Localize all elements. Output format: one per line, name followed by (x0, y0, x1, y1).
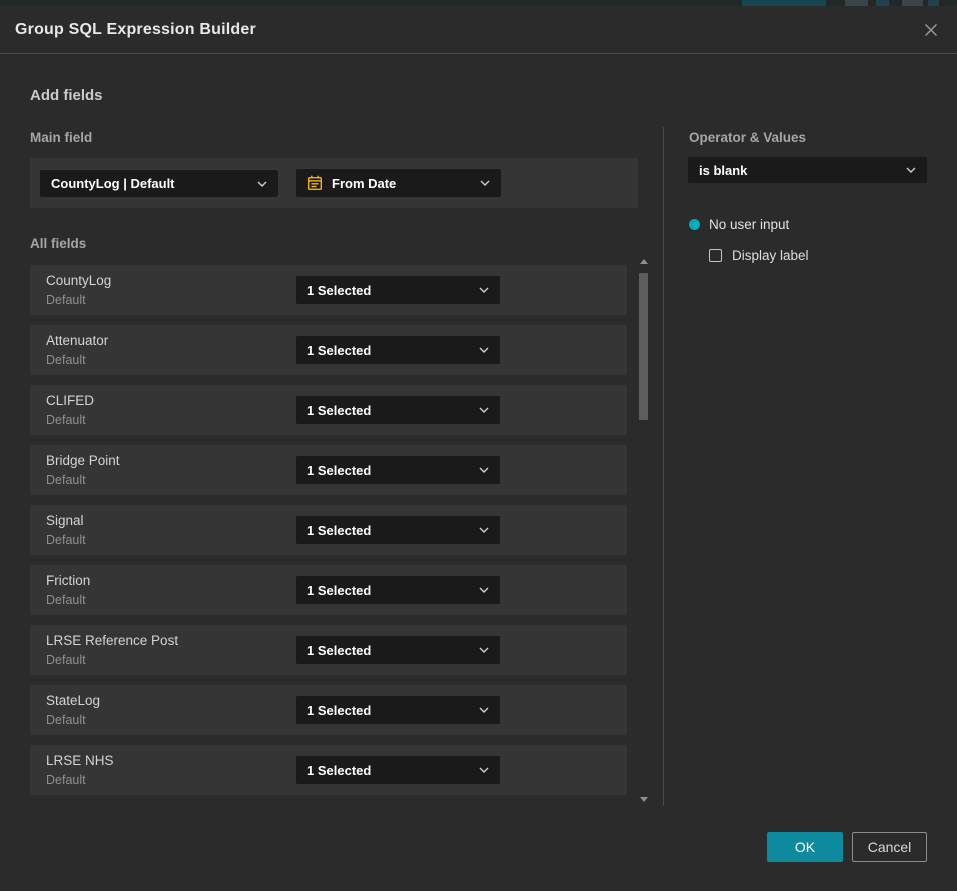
field-type-label: Default (46, 293, 86, 307)
field-name: LRSE NHS (46, 753, 114, 768)
scroll-up-arrow-icon[interactable] (640, 259, 648, 264)
field-selection-dropdown[interactable]: 1 Selected (296, 636, 500, 664)
chevron-down-icon (479, 467, 489, 473)
field-type-label: Default (46, 713, 86, 727)
field-name: Friction (46, 573, 90, 588)
main-field-date-dropdown[interactable]: From Date (296, 169, 501, 197)
field-type-label: Default (46, 653, 86, 667)
field-name: Signal (46, 513, 84, 528)
all-fields-label: All fields (30, 236, 86, 251)
main-field-layer-value: CountyLog | Default (51, 176, 175, 191)
dialog-body: Add fields Main field CountyLog | Defaul… (0, 54, 957, 890)
field-type-label: Default (46, 593, 86, 607)
main-field-layer-dropdown[interactable]: CountyLog | Default (40, 170, 278, 197)
field-row: Bridge Point Default 1 Selected (30, 445, 627, 495)
checkbox-unchecked-icon (709, 249, 722, 262)
field-name: LRSE Reference Post (46, 633, 178, 648)
no-user-input-label: No user input (709, 217, 789, 232)
field-selection-dropdown[interactable]: 1 Selected (296, 696, 500, 724)
field-selection-value: 1 Selected (307, 283, 371, 298)
chevron-down-icon (906, 167, 916, 173)
field-row: Signal Default 1 Selected (30, 505, 627, 555)
field-selection-value: 1 Selected (307, 523, 371, 538)
operator-dropdown[interactable]: is blank (688, 157, 927, 183)
field-selection-value: 1 Selected (307, 643, 371, 658)
dialog-title: Group SQL Expression Builder (15, 21, 256, 39)
chevron-down-icon (479, 707, 489, 713)
cancel-button[interactable]: Cancel (852, 832, 927, 862)
chevron-down-icon (479, 587, 489, 593)
close-icon (923, 22, 939, 38)
scroll-down-arrow-icon[interactable] (640, 797, 648, 802)
field-row: StateLog Default 1 Selected (30, 685, 627, 735)
field-selection-dropdown[interactable]: 1 Selected (296, 336, 500, 364)
operator-value: is blank (699, 163, 747, 178)
scrollbar-thumb[interactable] (639, 273, 648, 420)
field-name: CountyLog (46, 273, 111, 288)
chevron-down-icon (479, 347, 489, 353)
main-field-label: Main field (30, 130, 92, 145)
field-selection-value: 1 Selected (307, 343, 371, 358)
all-fields-list: CountyLog Default 1 Selected Attenuator … (30, 265, 627, 805)
chevron-down-icon (479, 287, 489, 293)
panel-divider (663, 127, 664, 806)
field-row: LRSE NHS Default 1 Selected (30, 745, 627, 795)
chevron-down-icon (479, 647, 489, 653)
add-fields-heading: Add fields (30, 87, 103, 104)
field-selection-value: 1 Selected (307, 763, 371, 778)
field-selection-dropdown[interactable]: 1 Selected (296, 456, 500, 484)
field-name: Attenuator (46, 333, 108, 348)
close-button[interactable] (920, 19, 942, 41)
field-selection-dropdown[interactable]: 1 Selected (296, 396, 500, 424)
field-selection-value: 1 Selected (307, 463, 371, 478)
chevron-down-icon (480, 180, 490, 186)
field-selection-value: 1 Selected (307, 583, 371, 598)
field-type-label: Default (46, 773, 86, 787)
radio-selected-icon (689, 219, 700, 230)
field-row: CLIFED Default 1 Selected (30, 385, 627, 435)
chevron-down-icon (479, 767, 489, 773)
field-type-label: Default (46, 413, 86, 427)
main-field-panel: CountyLog | Default From Date (30, 158, 638, 208)
field-selection-value: 1 Selected (307, 703, 371, 718)
display-label-text: Display label (732, 248, 809, 263)
chevron-down-icon (479, 407, 489, 413)
field-row: Friction Default 1 Selected (30, 565, 627, 615)
field-row: LRSE Reference Post Default 1 Selected (30, 625, 627, 675)
field-row: CountyLog Default 1 Selected (30, 265, 627, 315)
field-type-label: Default (46, 533, 86, 547)
dialog-header: Group SQL Expression Builder (0, 6, 957, 54)
field-selection-dropdown[interactable]: 1 Selected (296, 276, 500, 304)
display-label-checkbox[interactable]: Display label (709, 248, 809, 263)
chevron-down-icon (257, 181, 267, 187)
field-selection-value: 1 Selected (307, 403, 371, 418)
field-name: Bridge Point (46, 453, 120, 468)
field-selection-dropdown[interactable]: 1 Selected (296, 516, 500, 544)
calendar-icon (307, 175, 323, 191)
field-selection-dropdown[interactable]: 1 Selected (296, 576, 500, 604)
field-type-label: Default (46, 353, 86, 367)
field-type-label: Default (46, 473, 86, 487)
operator-values-heading: Operator & Values (689, 130, 806, 145)
field-name: StateLog (46, 693, 100, 708)
chevron-down-icon (479, 527, 489, 533)
no-user-input-radio[interactable]: No user input (689, 217, 789, 232)
field-selection-dropdown[interactable]: 1 Selected (296, 756, 500, 784)
main-field-date-value: From Date (332, 176, 396, 191)
ok-button[interactable]: OK (767, 832, 843, 862)
field-name: CLIFED (46, 393, 94, 408)
sql-expression-builder-dialog: Group SQL Expression Builder Add fields … (0, 6, 957, 891)
field-row: Attenuator Default 1 Selected (30, 325, 627, 375)
fields-list-scrollbar[interactable] (638, 256, 650, 805)
